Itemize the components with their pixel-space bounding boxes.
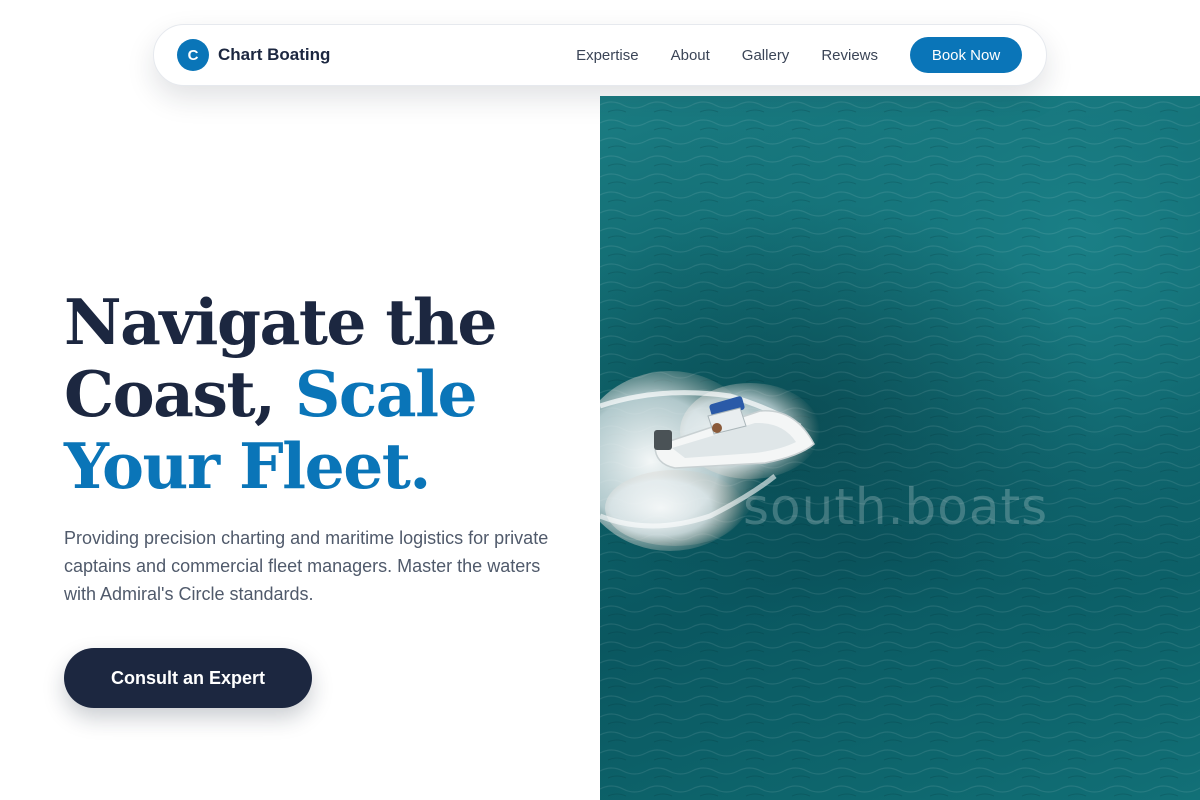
- hero-title-accent-fleet: Your Fleet.: [64, 429, 431, 503]
- hero-subtitle: Providing precision charting and maritim…: [64, 528, 549, 604]
- book-now-button[interactable]: Book Now: [910, 37, 1022, 73]
- hero-title: Navigate the Coast, Scale Your Fleet.: [64, 286, 584, 502]
- hero-title-accent-scale: Scale: [294, 357, 478, 431]
- sea-boat-illustration: [600, 96, 1200, 800]
- brand-home-link[interactable]: C Chart Boating: [177, 39, 330, 71]
- consult-expert-button[interactable]: Consult an Expert: [64, 648, 312, 708]
- nav-link-reviews[interactable]: Reviews: [821, 47, 878, 64]
- nav-link-expertise[interactable]: Expertise: [576, 47, 639, 64]
- hero-title-line2: Coast,: [64, 357, 295, 431]
- hero-image-speedboat: south.boats: [600, 96, 1200, 800]
- brand-logo-icon: C: [177, 39, 209, 71]
- nav-link-gallery[interactable]: Gallery: [742, 47, 790, 64]
- top-navbar: C Chart Boating Expertise About Gallery …: [153, 24, 1047, 86]
- hero-title-line1: Navigate the: [64, 285, 497, 359]
- nav-link-about[interactable]: About: [671, 47, 710, 64]
- nav-links: Expertise About Gallery Reviews Book Now: [576, 37, 1022, 73]
- brand-name: Chart Boating: [218, 45, 331, 64]
- image-watermark: south.boats: [743, 478, 1049, 536]
